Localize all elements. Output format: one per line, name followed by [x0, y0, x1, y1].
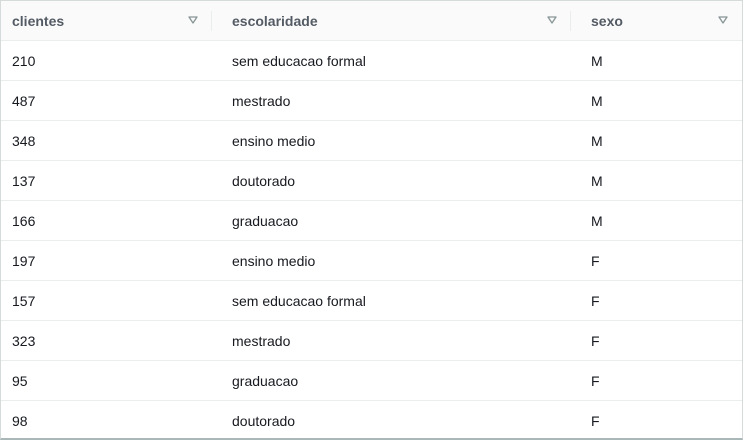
column-header-sexo[interactable]: sexo: [571, 1, 742, 40]
table-body: 210 sem educacao formal M 487 mestrado M…: [1, 41, 742, 441]
sort-triangle-down-icon[interactable]: [718, 15, 728, 25]
cell-sexo: F: [591, 252, 600, 269]
table-row: 348 ensino medio M: [1, 121, 742, 161]
cell-clientes: 197: [12, 252, 36, 269]
cell-clientes: 487: [12, 92, 36, 109]
cell-clientes: 98: [12, 413, 28, 429]
cell-escolaridade: graduacao: [232, 372, 299, 389]
cell-clientes: 348: [12, 132, 36, 149]
table-row: 98 doutorado F: [1, 401, 742, 441]
cell-escolaridade: sem educacao formal: [232, 292, 366, 309]
cell-sexo: M: [591, 92, 603, 109]
column-header-escolaridade[interactable]: escolaridade: [212, 1, 571, 40]
cell-sexo: F: [591, 292, 600, 309]
sort-triangle-down-icon[interactable]: [547, 15, 557, 25]
table-row: 95 graduacao F: [1, 361, 742, 401]
cell-escolaridade: ensino medio: [232, 252, 316, 269]
cell-escolaridade: doutorado: [232, 172, 296, 189]
cell-sexo: F: [591, 413, 600, 429]
cell-sexo: F: [591, 332, 600, 349]
column-header-label: clientes: [12, 12, 65, 29]
cell-clientes: 210: [12, 52, 36, 69]
cell-escolaridade: ensino medio: [232, 132, 316, 149]
cell-escolaridade: mestrado: [232, 92, 291, 109]
table-row: 210 sem educacao formal M: [1, 41, 742, 81]
column-header-clientes[interactable]: clientes: [1, 1, 212, 40]
cell-escolaridade: graduacao: [232, 212, 299, 229]
table-row: 487 mestrado M: [1, 81, 742, 121]
cell-escolaridade: doutorado: [232, 413, 296, 429]
cell-clientes: 323: [12, 332, 36, 349]
table-header: clientes escolaridade sexo: [1, 1, 742, 41]
cell-sexo: M: [591, 52, 603, 69]
table-row: 323 mestrado F: [1, 321, 742, 361]
column-header-label: sexo: [591, 12, 623, 29]
cell-sexo: M: [591, 132, 603, 149]
table-row: 197 ensino medio F: [1, 241, 742, 281]
column-header-label: escolaridade: [232, 12, 318, 29]
cell-sexo: M: [591, 212, 603, 229]
cell-escolaridade: sem educacao formal: [232, 52, 366, 69]
table-row: 166 graduacao M: [1, 201, 742, 241]
cell-clientes: 137: [12, 172, 36, 189]
cell-sexo: F: [591, 372, 600, 389]
cell-clientes: 157: [12, 292, 36, 309]
cell-escolaridade: mestrado: [232, 332, 291, 349]
sort-triangle-down-icon[interactable]: [188, 15, 198, 25]
results-table: clientes escolaridade sexo 210 sem educa…: [0, 0, 743, 440]
table-row: 137 doutorado M: [1, 161, 742, 201]
cell-clientes: 95: [12, 372, 28, 389]
table-row: 157 sem educacao formal F: [1, 281, 742, 321]
cell-sexo: M: [591, 172, 603, 189]
cell-clientes: 166: [12, 212, 36, 229]
